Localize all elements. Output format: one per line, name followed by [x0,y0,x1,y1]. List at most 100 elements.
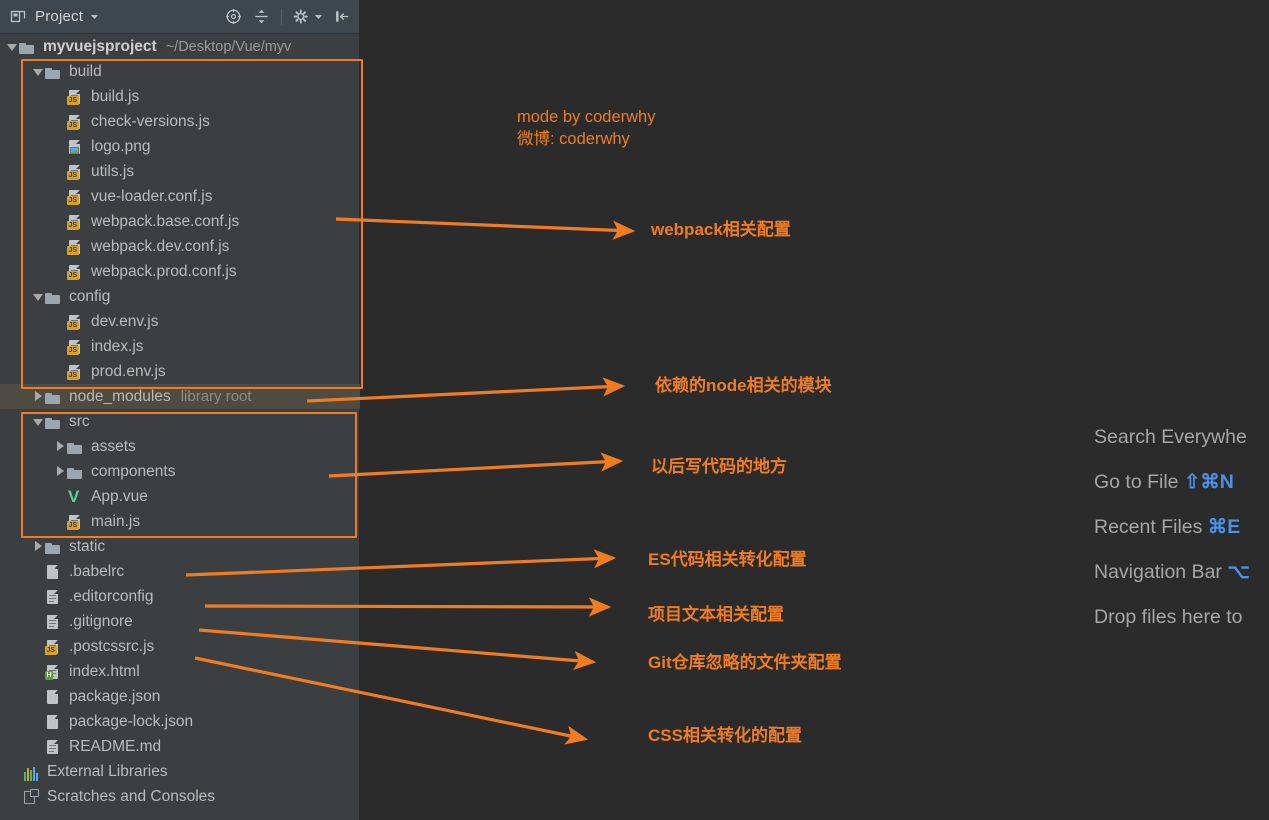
tree-row-node-modules[interactable]: node_moduleslibrary root [0,384,360,409]
gear-dropdown-arrow-icon[interactable] [314,12,323,21]
expand-arrow-icon[interactable] [32,541,44,553]
ide-window: Project [0,0,1269,820]
tree-row-label: main.js [91,513,140,531]
toolbar-divider [281,9,282,25]
project-tool-window-toolbar [225,8,351,25]
folder-icon [18,38,36,56]
editor-hint-row: Recent Files ⌘E [1094,505,1269,550]
folder-icon [44,413,62,431]
tree-row-label: assets [91,438,136,456]
tree-row-label: dev.env.js [91,313,159,331]
tree-row-index-js[interactable]: JS index.js [0,334,360,359]
expand-arrow-icon[interactable] [6,41,18,53]
editor-hint-shortcut: ⇧⌘N [1184,471,1234,493]
locate-icon[interactable] [225,8,242,25]
tree-row-label: utils.js [91,163,134,181]
tree-row-gitignore[interactable]: .gitignore [0,609,360,634]
tree-row-src[interactable]: src [0,409,360,434]
tree-row-vue-loader-conf-js[interactable]: JSvue-loader.conf.js [0,184,360,209]
arrow-spacer [54,166,66,178]
js-file-icon: JS [66,363,84,381]
scratches-icon [22,788,40,806]
tree-row-label: logo.png [91,138,150,156]
hide-panel-icon[interactable] [334,8,351,25]
tree-row-main-js[interactable]: JSmain.js [0,509,360,534]
collapse-arrow-icon[interactable] [32,66,44,78]
tree-row-label: package.json [69,688,160,706]
folder-icon [44,63,62,81]
tree-row-webpack-dev-conf-js[interactable]: JSwebpack.dev.conf.js [0,234,360,259]
project-tool-window-header: Project [0,0,359,34]
tree-row-index-html[interactable]: Hindex.html [0,659,360,684]
arrow-spacer [54,366,66,378]
tree-row-postcssrc-js[interactable]: JS .postcssrc.js [0,634,360,659]
folder-icon [44,288,62,306]
collapse-arrow-icon[interactable] [32,291,44,303]
arrow-spacer [54,266,66,278]
tree-row-label: index.js [91,338,144,356]
arrow-spacer [32,691,44,703]
tree-row-dev-env-js[interactable]: JS dev.env.js [0,309,360,334]
expand-arrow-icon[interactable] [54,441,66,453]
tree-row-prod-env-js[interactable]: JSprod.env.js [0,359,360,384]
arrow-spacer [54,316,66,328]
credit-line-2: 微博: coderwhy [517,128,656,150]
project-file-tree[interactable]: myvuejsproject~/Desktop/Vue/myvbuildJSbu… [0,34,360,809]
text-file-icon [44,738,62,756]
chevron-down-icon[interactable] [89,11,100,22]
settings-gear-icon[interactable] [293,8,310,25]
tree-row-config[interactable]: config [0,284,360,309]
tree-row-label: node_modules [69,388,171,406]
tree-row-label: index.html [69,663,140,681]
external-libraries-icon [22,763,40,781]
tree-row-components[interactable]: components [0,459,360,484]
tree-row-utils-js[interactable]: JSutils.js [0,159,360,184]
tree-row-assets[interactable]: assets [0,434,360,459]
tree-row-webpack-base-conf-js[interactable]: JSwebpack.base.conf.js [0,209,360,234]
js-file-icon: JS [66,338,84,356]
arrow-spacer [54,341,66,353]
tree-row-package-lock-json[interactable]: {}package-lock.json [0,709,360,734]
tree-row-build-js[interactable]: JSbuild.js [0,84,360,109]
arrow-spacer [32,741,44,753]
js-file-icon: JS [66,113,84,131]
expand-arrow-icon[interactable] [54,466,66,478]
folder-icon [44,538,62,556]
arrow-spacer [32,616,44,628]
tree-row-check-versions-js[interactable]: JScheck-versions.js [0,109,360,134]
tree-row-build[interactable]: build [0,59,360,84]
tree-row-label: webpack.base.conf.js [91,213,239,231]
tree-row-logo-png[interactable]: logo.png [0,134,360,159]
expand-arrow-icon[interactable] [32,391,44,403]
collapse-all-icon[interactable] [253,8,270,25]
annotation-label: 项目文本相关配置 [648,600,784,625]
project-view-icon [10,8,27,25]
editor-hint-row: Drop files here to [1094,595,1269,640]
project-tool-window-title: Project [35,8,83,25]
image-file-icon [66,138,84,156]
tree-row-external-libraries[interactable]: External Libraries [0,759,360,784]
tree-row-webpack-prod-conf-js[interactable]: JSwebpack.prod.conf.js [0,259,360,284]
arrow-src [329,461,620,476]
credit-line-1: mode by coderwhy [517,106,656,128]
tree-row-label: .postcssrc.js [69,638,154,656]
arrow-webpack [336,219,632,231]
folder-icon [66,438,84,456]
tree-row-package-json[interactable]: {}package.json [0,684,360,709]
editor-hint-label: Search Everywhe [1094,426,1247,448]
tree-row-editorconfig[interactable]: .editorconfig [0,584,360,609]
tree-row-scratches-and-consoles[interactable]: Scratches and Consoles [0,784,360,809]
tree-row-readme-md[interactable]: README.md [0,734,360,759]
js-file-icon: JS [66,313,84,331]
js-file-icon: JS [44,638,62,656]
tree-row-static[interactable]: static [0,534,360,559]
collapse-arrow-icon[interactable] [32,416,44,428]
tree-row-label: .gitignore [69,613,133,631]
tree-row-app-vue[interactable]: App.vue [0,484,360,509]
tree-row-root[interactable]: myvuejsproject~/Desktop/Vue/myv [0,34,360,59]
annotation-label: CSS相关转化的配置 [648,721,802,746]
folder-icon [66,463,84,481]
annotation-label: ES代码相关转化配置 [648,545,807,570]
annotation-label: 依赖的node相关的模块 [655,371,832,396]
tree-row-babelrc[interactable]: {}.babelrc [0,559,360,584]
